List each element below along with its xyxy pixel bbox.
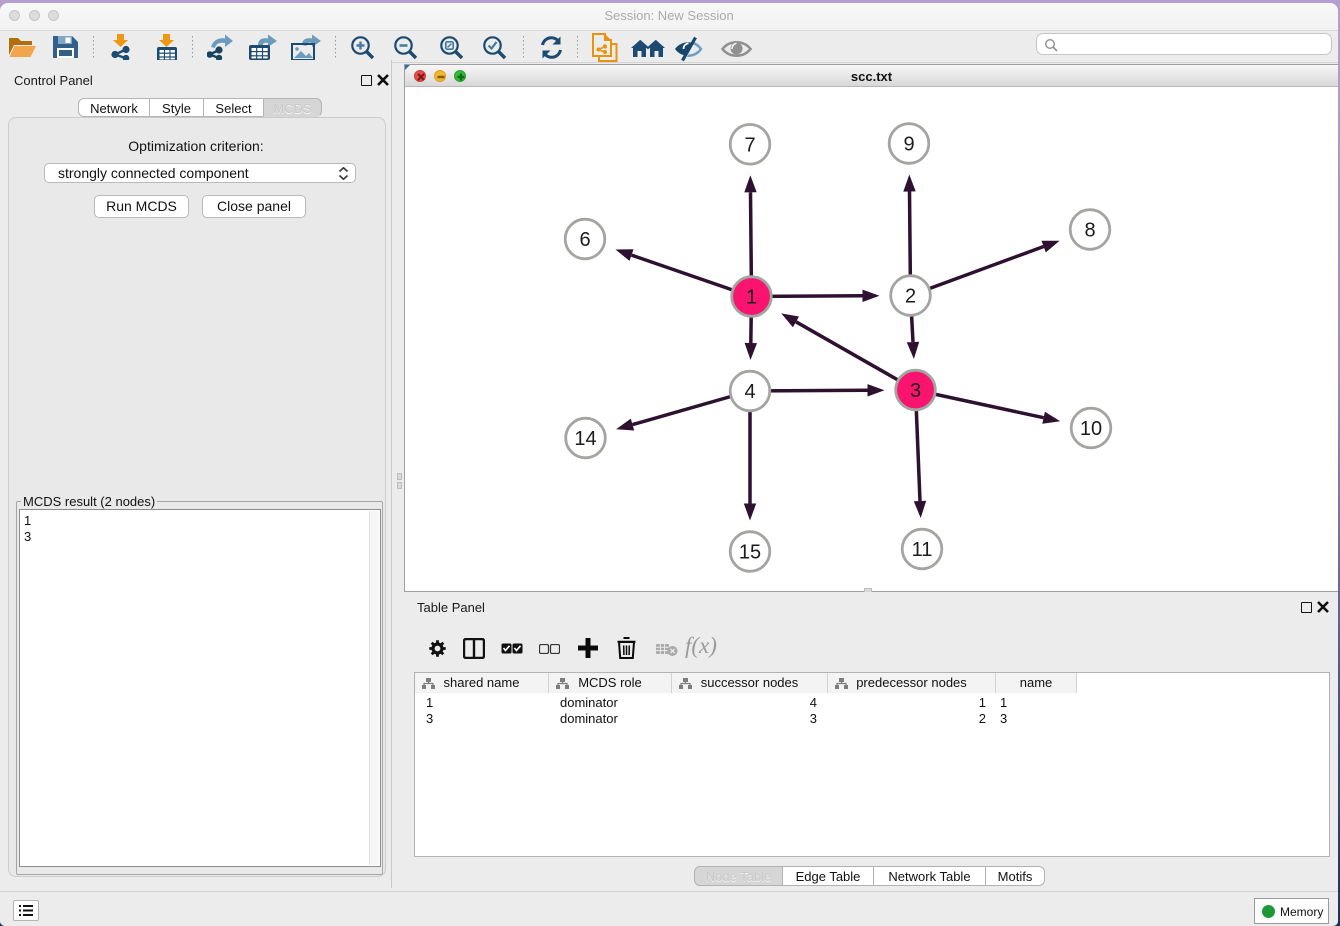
svg-text:10: 10 [1080,418,1102,440]
svg-text:9: 9 [903,134,914,156]
svg-text:2: 2 [905,286,916,308]
svg-text:6: 6 [579,229,590,251]
svg-text:11: 11 [912,539,933,561]
svg-text:3: 3 [910,380,921,402]
svg-text:8: 8 [1084,220,1095,242]
svg-text:14: 14 [574,428,596,450]
svg-text:7: 7 [744,134,755,156]
svg-text:15: 15 [739,542,761,564]
svg-text:1: 1 [746,287,757,309]
svg-text:4: 4 [744,381,755,403]
